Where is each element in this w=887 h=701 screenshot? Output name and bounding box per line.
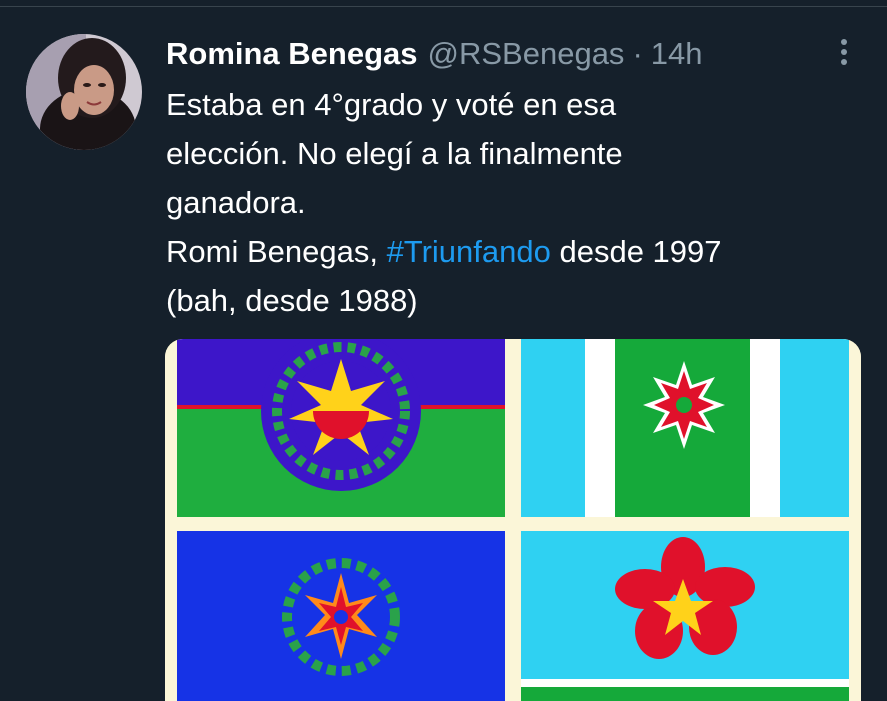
tweet[interactable]: Romina Benegas @RSBenegas · 14h Estaba e… — [0, 0, 887, 701]
tweet-text-fragment: Romi Benegas, — [166, 234, 387, 269]
flag-sun-blue-green — [177, 339, 505, 517]
more-options-button[interactable] — [830, 36, 858, 68]
avatar[interactable] — [26, 34, 142, 150]
tweet-text-line: (bah, desde 1988) — [166, 283, 418, 318]
tweet-header: Romina Benegas @RSBenegas · 14h — [166, 34, 703, 74]
tweet-text-line: ganadora. — [166, 185, 306, 220]
hashtag-link[interactable]: #Triunfando — [387, 234, 551, 269]
timestamp[interactable]: 14h — [651, 36, 703, 72]
tweet-text-fragment: desde 1997 — [550, 234, 722, 269]
tweet-media-image[interactable] — [165, 339, 861, 701]
tweet-text-line: Romi Benegas, #Triunfando desde 1997 — [166, 227, 866, 276]
tweet-text-line: Estaba en 4°grado y voté en esa — [166, 87, 617, 122]
separator-dot: · — [632, 36, 643, 71]
user-handle[interactable]: @RSBenegas — [428, 36, 625, 72]
flag-red-flower-cyan — [521, 531, 849, 701]
flag-star-wreath-blue — [177, 531, 505, 701]
divider — [0, 6, 887, 7]
flag-red-star-cyan-green — [521, 339, 849, 517]
tweet-text-line: elección. No elegí a la finalmente — [166, 136, 623, 171]
more-vertical-icon — [841, 39, 847, 65]
tweet-text: Estaba en 4°grado y voté en esa elección… — [166, 80, 866, 325]
display-name[interactable]: Romina Benegas — [166, 36, 418, 72]
